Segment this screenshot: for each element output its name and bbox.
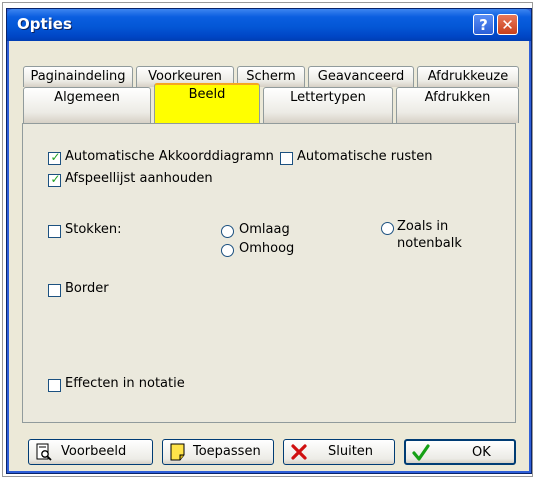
print-preview-icon [36,443,52,461]
stem-down-radio[interactable] [221,225,234,238]
tab-lettertypen[interactable]: Lettertypen [263,87,393,123]
ok-button[interactable]: OK [404,439,516,465]
auto-chord-checkbox[interactable]: ✓ [48,150,61,165]
checkmark-icon [412,444,430,461]
auto-chord-label: Automatische Akkoorddiagramn [65,149,274,164]
keep-playlist-checkbox[interactable]: ✓ [48,172,61,187]
preview-button[interactable]: Voorbeeld [28,439,153,465]
tab-algemeen[interactable]: Algemeen [23,87,151,123]
tab-paginaindeling[interactable]: Paginaindeling [23,66,133,87]
stem-as-staff-label-line1: Zoals in [397,219,449,234]
stem-up-radio[interactable] [221,244,234,257]
preview-button-label: Voorbeeld [61,444,127,459]
tab-afdrukken[interactable]: Afdrukken [396,87,519,123]
keep-playlist-label: Afspeellijst aanhouden [65,171,213,186]
close-x-icon [291,444,307,460]
help-button[interactable]: ? [473,14,494,35]
effects-label: Effecten in notatie [65,376,185,391]
close-button[interactable]: Sluiten [283,439,395,465]
stem-up-label: Omhoog [239,241,295,256]
auto-rests-checkbox[interactable] [280,152,293,165]
stems-checkbox[interactable] [48,225,61,238]
stem-as-staff-label-line2: notenbalk [397,236,462,251]
window-title: Opties [17,15,72,33]
apply-button-label: Toepassen [193,444,261,459]
apply-button[interactable]: Toepassen [162,439,274,465]
options-dialog: Opties ? ✕ Paginaindeling Voorkeuren Sch… [6,8,532,474]
border-checkbox[interactable] [48,284,61,297]
border-label: Border [65,281,109,296]
ok-button-label: OK [472,445,491,460]
close-window-button[interactable]: ✕ [497,14,518,35]
title-bar: Opties ? ✕ [7,9,531,41]
stem-as-staff-radio[interactable] [381,222,394,235]
effects-checkbox[interactable] [48,379,61,392]
check-icon: ✓ [50,150,61,164]
close-button-label: Sluiten [328,444,374,459]
tab-afdrukkeuze[interactable]: Afdrukkeuze [417,66,519,87]
tab-geavanceerd[interactable]: Geavanceerd [308,66,414,87]
check-icon: ✓ [50,172,61,186]
dialog-body: Paginaindeling Voorkeuren Scherm Geavanc… [10,41,528,471]
tab-beeld[interactable]: Beeld [154,83,260,123]
stems-label: Stokken: [65,222,122,237]
auto-rests-label: Automatische rusten [297,149,433,164]
beeld-panel: ✓ Automatische Akkoorddiagramn Automatis… [22,123,516,423]
stem-down-label: Omlaag [239,222,290,237]
apply-note-icon [170,443,185,461]
